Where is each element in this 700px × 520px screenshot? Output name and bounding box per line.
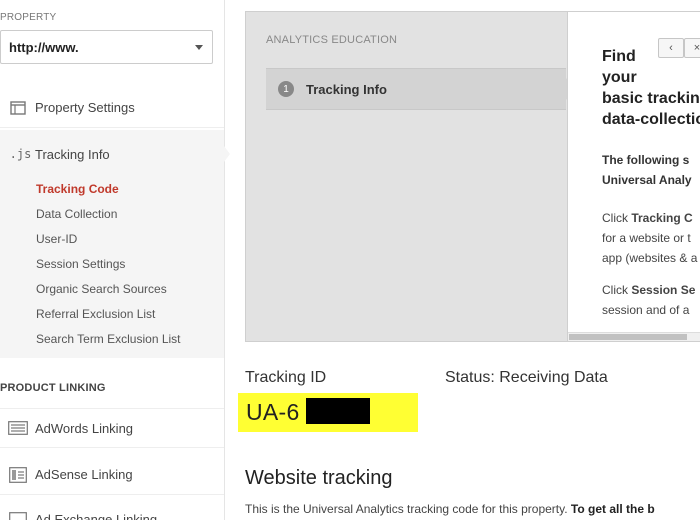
scrollbar-thumb[interactable] [569,334,687,340]
education-paragraph-2: Click Tracking C for a website or t app … [602,211,698,265]
sidebar-item-label: Tracking Info [35,146,110,162]
sidebar-item-label: Ad Exchange Linking [35,511,158,520]
close-icon[interactable]: × [684,38,700,58]
list-icon [0,421,35,435]
subitem-tracking-code[interactable]: Tracking Code [36,180,181,205]
education-title: ANALYTICS EDUCATION [266,34,398,46]
sidebar-item-label: Property Settings [35,100,135,115]
website-tracking-description: This is the Universal Analytics tracking… [245,502,655,516]
education-paragraph-3: Click Session Se session and of a [602,283,696,317]
education-heading: Find your basic tracking data-collection [602,48,700,128]
status-text: Status: Receiving Data [445,369,608,386]
property-select[interactable]: http://www. [0,30,213,64]
horizontal-scrollbar[interactable] [568,332,700,341]
main-content: ANALYTICS EDUCATION 1 Tracking Info Find… [226,0,700,520]
window-icon [0,100,35,116]
chevron-left-icon[interactable]: ‹ [658,38,684,58]
subitem-organic-search-sources[interactable]: Organic Search Sources [36,280,181,305]
tracking-id-label: Tracking ID [245,369,327,386]
step-label: Tracking Info [306,81,387,97]
subitem-search-term-exclusion-list[interactable]: Search Term Exclusion List [36,330,181,355]
subitem-session-settings[interactable]: Session Settings [36,255,181,280]
grid-icon [0,466,35,483]
tracking-id-highlight: UA-6 3-5 [238,393,418,432]
education-nav: ‹ × [658,38,700,58]
sidebar-item-label: AdSense Linking [35,467,133,482]
education-content: Find your basic tracking data-collection… [567,12,700,341]
chevron-down-icon [195,45,203,50]
sidebar: PROPERTY http://www. Property Settings .… [0,0,230,520]
sidebar-item-property-settings[interactable]: Property Settings [0,88,224,128]
sidebar-item-adexchange-linking[interactable]: Ad Exchange Linking [0,504,224,520]
analytics-education-panel: ANALYTICS EDUCATION 1 Tracking Info Find… [245,11,700,342]
subitem-data-collection[interactable]: Data Collection [36,205,181,230]
step-number-badge: 1 [278,81,294,97]
education-step-tracking-info[interactable]: 1 Tracking Info [266,68,566,110]
property-label: PROPERTY [0,12,57,23]
sidebar-item-adwords-linking[interactable]: AdWords Linking [0,408,224,448]
subitem-user-id[interactable]: User-ID [36,230,181,255]
js-icon: .js [9,147,32,161]
property-redaction [83,40,147,56]
tracking-id-redaction [306,398,370,424]
sidebar-item-label: AdWords Linking [35,420,134,436]
subitem-referral-exclusion-list[interactable]: Referral Exclusion List [36,305,181,330]
exchange-icon [0,512,35,520]
product-linking-heading: PRODUCT LINKING [0,382,106,394]
education-paragraph-1: The following s Universal Analy [602,153,692,187]
website-tracking-heading: Website tracking [245,467,393,489]
sidebar-item-tracking-info[interactable]: .js Tracking Info [0,136,224,172]
property-value: http://www. [9,40,79,55]
tracking-subitems: Tracking Code Data Collection User-ID Se… [36,180,181,355]
sidebar-item-adsense-linking[interactable]: AdSense Linking [0,455,224,495]
